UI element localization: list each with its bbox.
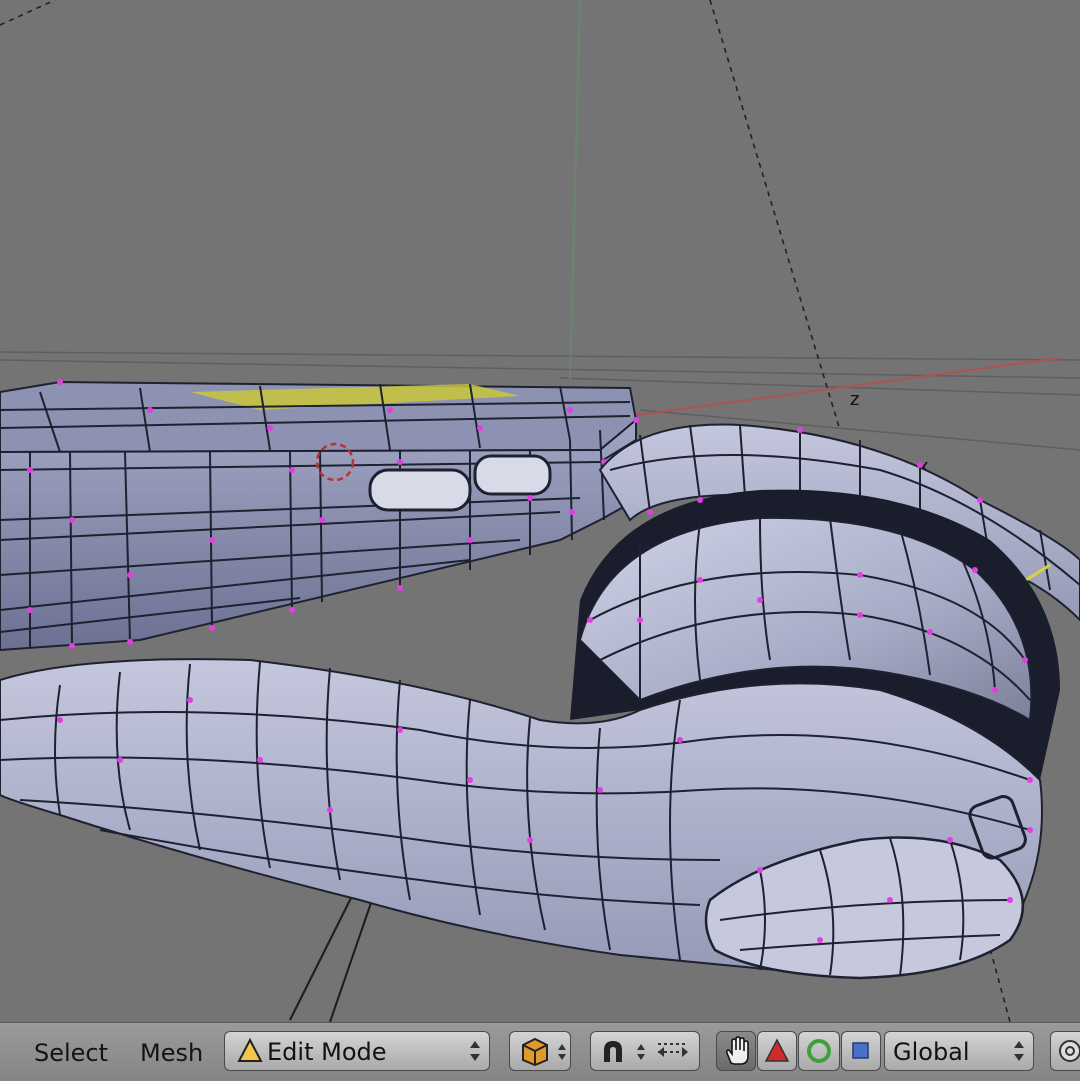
3d-view-header: Select Mesh Edit Mode Global [0, 1022, 1080, 1081]
pivot-selector[interactable] [590, 1031, 700, 1071]
proportional-edit-icon [658, 1043, 688, 1057]
layers-button[interactable] [1050, 1031, 1080, 1071]
updown-arrows-icon [558, 1044, 566, 1060]
pivot-icon [604, 1041, 622, 1062]
axis-z-label: z [850, 389, 859, 410]
square-icon [852, 1042, 869, 1059]
lamp-lines [289, 879, 373, 1022]
viewport-canvas: z x [0, 0, 1080, 1022]
manipulator-toggle[interactable] [716, 1031, 756, 1071]
mode-label: Edit Mode [267, 1038, 387, 1066]
ring-icon [807, 1039, 831, 1063]
3d-viewport[interactable]: z x [0, 0, 1080, 1022]
translate-manipulator-button[interactable] [757, 1031, 797, 1071]
rotate-manipulator-button[interactable] [798, 1031, 840, 1071]
select-menu[interactable]: Select [34, 1039, 108, 1067]
phone-mesh [0, 379, 639, 652]
x-axis-line [599, 357, 1061, 421]
updown-arrows-icon [1014, 1041, 1024, 1061]
mesh-menu[interactable]: Mesh [140, 1039, 203, 1067]
hand-icon [725, 1036, 749, 1065]
cube-shading-icon [522, 1037, 548, 1066]
y-axis-line [569, 0, 581, 381]
gear-icon [1059, 1040, 1080, 1062]
transform-orientation-selector[interactable]: Global [884, 1031, 1034, 1071]
viewport-shading-selector[interactable] [509, 1031, 571, 1071]
triangle-icon [764, 1038, 790, 1062]
orientation-label: Global [893, 1038, 970, 1066]
mode-selector[interactable]: Edit Mode [224, 1031, 490, 1071]
updown-arrows-icon [470, 1041, 480, 1061]
updown-arrows-icon [637, 1044, 645, 1060]
scale-manipulator-button[interactable] [841, 1031, 881, 1071]
triangle-mode-icon [237, 1038, 263, 1062]
